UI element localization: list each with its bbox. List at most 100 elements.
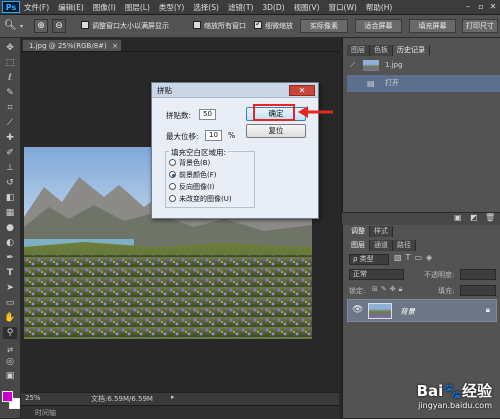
- eraser-tool-icon[interactable]: ◧: [3, 192, 17, 204]
- lock-label: 锁定:: [349, 287, 366, 295]
- dodge-tool-icon[interactable]: ◐: [3, 237, 17, 249]
- restore-icon[interactable]: ▫: [475, 1, 487, 12]
- history-brush-tool-icon[interactable]: ↺: [3, 177, 17, 189]
- history-step-name: 打开: [385, 79, 399, 87]
- blur-tool-icon[interactable]: ●: [3, 222, 17, 234]
- menu-help[interactable]: 帮助(H): [366, 2, 393, 13]
- rectangle-tool-icon[interactable]: ▭: [3, 297, 17, 309]
- crop-tool-icon[interactable]: ⌗: [3, 102, 17, 114]
- menu-select[interactable]: 选择(S): [193, 2, 219, 13]
- tool-preset-chevron-icon[interactable]: ▾: [20, 23, 28, 30]
- scrubby-zoom-label: 细微缩放: [265, 22, 293, 30]
- layer-visibility-eye-icon[interactable]: 👁︎: [352, 305, 363, 315]
- fit-screen-button[interactable]: 适合屏幕: [355, 19, 402, 33]
- layer-lock-icon: 🔒︎: [485, 305, 490, 314]
- menu-image[interactable]: 图像(I): [93, 2, 116, 13]
- new-snapshot-icon[interactable]: ◩: [470, 213, 478, 222]
- fill-background-label: 背景色(B): [179, 159, 211, 167]
- hand-tool-icon[interactable]: ✋: [3, 312, 17, 324]
- fill-input[interactable]: [460, 285, 496, 296]
- history-snapshot-row[interactable]: ⟋ 1.jpg: [347, 57, 500, 74]
- new-document-icon[interactable]: ▣: [454, 213, 462, 222]
- zoom-tool-icon[interactable]: 🔍︎: [4, 19, 18, 33]
- tab-layers-top[interactable]: 图层: [347, 45, 370, 56]
- trash-icon[interactable]: 🗑︎: [485, 213, 495, 222]
- tab-adjustments[interactable]: 调整: [347, 226, 370, 237]
- tools-panel: ✥ ⬚ ℓ ✎ ⌗ ⟋ ✚ ✐ ⊥ ↺ ◧ ▦ ● ◐ ✒ T ➤ ▭ ✋ ⚲ …: [0, 38, 21, 418]
- menu-filter[interactable]: 滤镜(T): [228, 2, 253, 13]
- watermark-brand: Bai🐾经验: [416, 382, 492, 400]
- dialog-title: 拼贴: [157, 86, 172, 95]
- resize-windows-checkbox[interactable]: [81, 21, 89, 29]
- dialog-close-icon[interactable]: ✕: [289, 85, 315, 96]
- foreground-color-swatch[interactable]: [2, 391, 13, 402]
- menu-view[interactable]: 视图(V): [294, 2, 320, 13]
- fill-foreground-radio[interactable]: [169, 171, 176, 178]
- swap-colors-icon[interactable]: ⇄: [3, 344, 17, 356]
- timeline-panel-tab[interactable]: 时间轴: [21, 405, 339, 419]
- opacity-input[interactable]: [460, 269, 496, 280]
- tab-styles[interactable]: 样式: [370, 226, 393, 237]
- marquee-tool-icon[interactable]: ⬚: [3, 57, 17, 69]
- dialog-title-bar: 拼贴 ✕: [152, 83, 318, 98]
- layer-row-background[interactable]: 👁︎ 背景 🔒︎: [347, 299, 497, 322]
- history-step-row[interactable]: ▤ 打开: [347, 75, 500, 92]
- eyedropper-tool-icon[interactable]: ⟋: [3, 117, 17, 129]
- history-brush-source-icon[interactable]: ⟋: [350, 57, 355, 74]
- type-tool-icon[interactable]: T: [3, 267, 17, 279]
- max-offset-input[interactable]: 10: [205, 130, 222, 141]
- fill-inverse-radio[interactable]: [169, 183, 176, 190]
- menu-3d[interactable]: 3D(D): [262, 3, 284, 12]
- doc-size-info[interactable]: 文档:6.59M/6.59M: [91, 394, 153, 404]
- layer-filter-icons[interactable]: ▧T▭◈: [394, 253, 494, 265]
- quick-select-tool-icon[interactable]: ✎: [3, 87, 17, 99]
- quick-mask-icon[interactable]: ◎: [3, 356, 17, 368]
- scrubby-zoom-checkbox[interactable]: [254, 19, 262, 29]
- clone-stamp-tool-icon[interactable]: ⊥: [3, 162, 17, 174]
- healing-brush-tool-icon[interactable]: ✚: [3, 132, 17, 144]
- zoom-all-windows-label: 缩放所有窗口: [204, 22, 246, 30]
- lasso-tool-icon[interactable]: ℓ: [3, 72, 17, 84]
- tab-history[interactable]: 历史记录: [393, 45, 430, 56]
- fill-unaltered-radio[interactable]: [169, 195, 176, 202]
- screen-mode-icon[interactable]: ▣: [3, 370, 17, 382]
- layer-filter-kind[interactable]: ρ 类型: [349, 254, 389, 265]
- fill-background-radio[interactable]: [169, 159, 176, 166]
- reset-button[interactable]: 复位: [246, 124, 306, 138]
- zoom-out-icon[interactable]: ⊖: [52, 19, 66, 33]
- status-menu-arrow-icon[interactable]: ▸: [171, 393, 175, 401]
- tab-layers[interactable]: 图层: [347, 240, 370, 251]
- pen-tool-icon[interactable]: ✒: [3, 252, 17, 264]
- brush-tool-icon[interactable]: ✐: [3, 147, 17, 159]
- baidu-jingyan-watermark: Bai🐾经验 jingyan.baidu.com: [417, 380, 492, 410]
- open-document-icon: ▤: [367, 79, 375, 88]
- menu-layer[interactable]: 图层(L): [125, 2, 150, 13]
- menu-type[interactable]: 类型(Y): [159, 2, 184, 13]
- minimize-icon[interactable]: –: [462, 1, 474, 12]
- tab-channels[interactable]: 通道: [370, 240, 393, 251]
- layer-name: 背景: [400, 307, 415, 316]
- blend-mode-select[interactable]: 正常: [349, 269, 404, 280]
- zoom-in-icon[interactable]: ⊕: [34, 19, 48, 33]
- red-arrow-icon: [298, 106, 333, 118]
- path-selection-tool-icon[interactable]: ➤: [3, 282, 17, 294]
- tab-paths[interactable]: 路径: [393, 240, 416, 251]
- close-icon[interactable]: ✕: [487, 1, 499, 12]
- fill-screen-button[interactable]: 填充屏幕: [409, 19, 456, 33]
- actual-pixels-button[interactable]: 实际像素: [300, 19, 348, 33]
- zoom-level[interactable]: 25%: [25, 394, 41, 402]
- document-tab[interactable]: 1.jpg @ 25%(RGB/8#) ×: [22, 39, 122, 51]
- print-size-button[interactable]: 打印尺寸: [462, 19, 498, 33]
- menu-file[interactable]: 文件(F): [24, 2, 49, 13]
- max-offset-unit: %: [228, 131, 236, 140]
- zoom-all-windows-checkbox[interactable]: [193, 21, 201, 29]
- lock-icons[interactable]: ⊞✎✥🔒︎: [372, 285, 422, 295]
- menu-window[interactable]: 窗口(W): [329, 2, 357, 13]
- zoom-tool-active-icon[interactable]: ⚲: [3, 327, 17, 339]
- tile-count-value: 50: [203, 110, 212, 118]
- tile-count-input[interactable]: 50: [199, 109, 216, 120]
- tab-swatches[interactable]: 色板: [370, 45, 393, 56]
- gradient-tool-icon[interactable]: ▦: [3, 207, 17, 219]
- move-tool-icon[interactable]: ✥: [3, 42, 17, 54]
- menu-edit[interactable]: 编辑(E): [58, 2, 84, 13]
